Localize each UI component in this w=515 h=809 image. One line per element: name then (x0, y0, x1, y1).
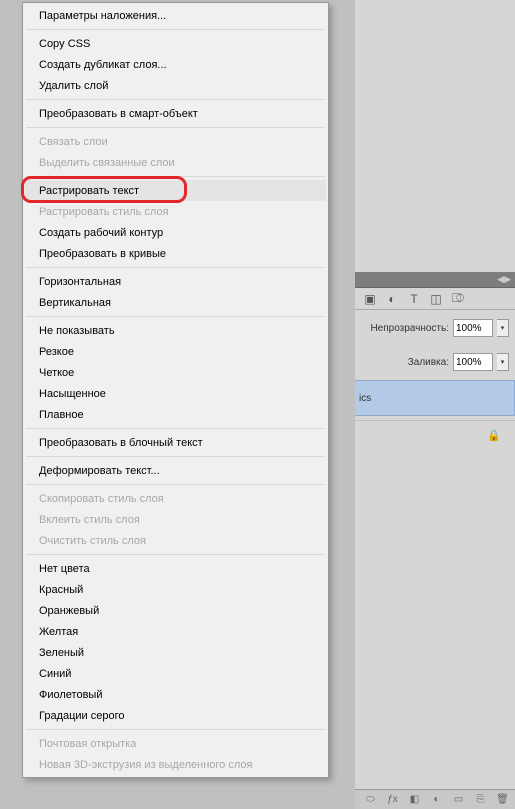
shape-icon[interactable]: ◫ (429, 292, 443, 306)
menu-item: Выделить связанные слои (25, 152, 326, 173)
menu-item: Растрировать стиль слоя (25, 201, 326, 222)
type-icon[interactable]: T (407, 292, 421, 306)
opacity-input[interactable] (453, 319, 493, 337)
menu-item: Скопировать стиль слоя (25, 488, 326, 509)
menu-item: Почтовая открытка (25, 733, 326, 754)
lock-row: 🔒 (355, 420, 515, 450)
menu-item[interactable]: Насыщенное (25, 383, 326, 404)
menu-item[interactable]: Не показывать (25, 320, 326, 341)
new-layer-icon[interactable]: ⎘ (474, 793, 487, 806)
path-icon[interactable]: ⎄ (451, 292, 465, 306)
panels-header: ◀▶ (355, 272, 515, 288)
menu-item[interactable]: Горизонтальная (25, 271, 326, 292)
menu-separator (26, 554, 325, 555)
link-icon[interactable]: ⬭ (364, 793, 377, 806)
menu-item[interactable]: Преобразовать в смарт-объект (25, 103, 326, 124)
menu-separator (26, 127, 325, 128)
menu-separator (26, 267, 325, 268)
menu-separator (26, 316, 325, 317)
context-menu: Параметры наложения... Copy CSSСоздать ду… (22, 2, 329, 778)
fx-icon[interactable]: ƒx (386, 793, 399, 806)
opacity-label: Непрозрачность: (370, 323, 449, 334)
menu-separator (26, 176, 325, 177)
menu-separator (26, 484, 325, 485)
menu-item[interactable]: Создать дубликат слоя... (25, 54, 326, 75)
opacity-row: Непрозрачность: ▾ (355, 316, 515, 340)
menu-item: Связать слои (25, 131, 326, 152)
menu-item[interactable]: Плавное (25, 404, 326, 425)
trash-icon[interactable]: 🗑 (496, 793, 509, 806)
fill-row: Заливка: ▾ (355, 350, 515, 374)
folder-icon[interactable]: ▭ (452, 793, 465, 806)
menu-separator (26, 29, 325, 30)
menu-item[interactable]: Параметры наложения... (25, 5, 326, 26)
menu-item[interactable]: Градации серого (25, 705, 326, 726)
menu-separator (26, 99, 325, 100)
adjustment-icon[interactable]: ◐ (430, 793, 443, 806)
menu-item[interactable]: Четкое (25, 362, 326, 383)
menu-item[interactable]: Оранжевый (25, 600, 326, 621)
layers-bottom-toolbar: ⬭ ƒx ◧ ◐ ▭ ⎘ 🗑 (355, 789, 515, 809)
menu-item[interactable]: Деформировать текст... (25, 460, 326, 481)
menu-item[interactable]: Удалить слой (25, 75, 326, 96)
fill-dropdown-icon[interactable]: ▾ (497, 353, 509, 371)
menu-separator (26, 729, 325, 730)
menu-item[interactable]: Вертикальная (25, 292, 326, 313)
menu-item[interactable]: Синий (25, 663, 326, 684)
menu-item: Новая 3D-экструзия из выделенного слоя (25, 754, 326, 775)
layer-name: ics (359, 393, 371, 404)
fill-label: Заливка: (408, 357, 449, 368)
opacity-dropdown-icon[interactable]: ▾ (497, 319, 509, 337)
fill-input[interactable] (453, 353, 493, 371)
menu-item[interactable]: Создать рабочий контур (25, 222, 326, 243)
menu-item[interactable]: Преобразовать в блочный текст (25, 432, 326, 453)
menu-item[interactable]: Желтая (25, 621, 326, 642)
image-icon[interactable]: ▣ (363, 292, 377, 306)
menu-item[interactable]: Резкое (25, 341, 326, 362)
mask-icon[interactable]: ◧ (408, 793, 421, 806)
menu-separator (26, 428, 325, 429)
panels-toolbar: ▣ ◐ T ◫ ⎄ (355, 288, 515, 310)
menu-item[interactable]: Красный (25, 579, 326, 600)
lock-icon[interactable]: 🔒 (487, 429, 501, 442)
panel-body (355, 452, 515, 789)
menu-item[interactable]: Copy CSS (25, 33, 326, 54)
layer-item-selected[interactable]: ics (355, 380, 515, 416)
menu-item: Очистить стиль слоя (25, 530, 326, 551)
menu-item[interactable]: Преобразовать в кривые (25, 243, 326, 264)
menu-item[interactable]: Растрировать текст (25, 180, 326, 201)
adjust-icon[interactable]: ◐ (385, 292, 399, 306)
menu-separator (26, 456, 325, 457)
menu-item: Вклеить стиль слоя (25, 509, 326, 530)
expand-arrows-icon[interactable]: ◀▶ (497, 274, 511, 285)
menu-item[interactable]: Зеленый (25, 642, 326, 663)
menu-item[interactable]: Нет цвета (25, 558, 326, 579)
menu-item[interactable]: Фиолетовый (25, 684, 326, 705)
